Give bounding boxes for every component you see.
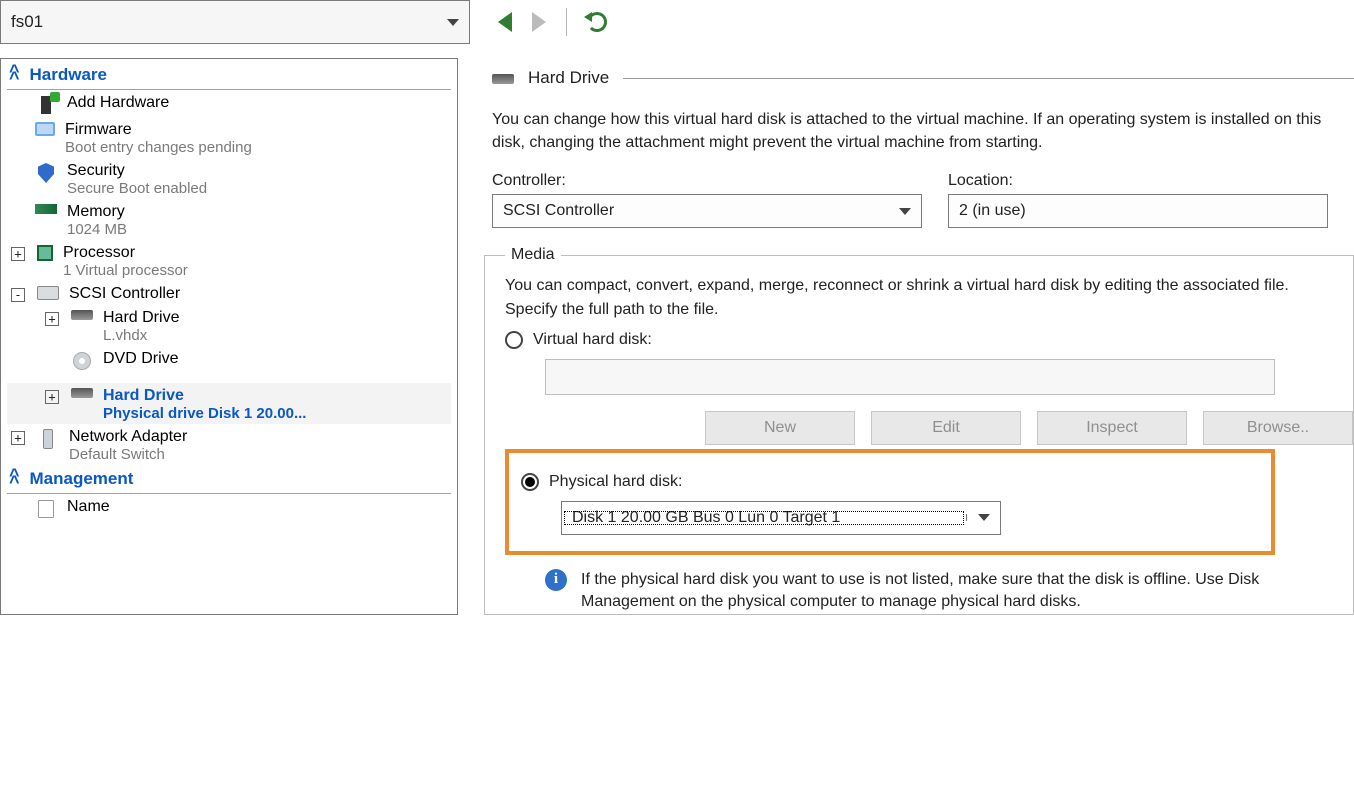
settings-tree: ^^ Hardware Add Hardware Firmware Boot e… bbox=[0, 58, 458, 615]
nav-hard-drive-2[interactable]: + Hard Drive Physical drive Disk 1 20.00… bbox=[7, 383, 451, 424]
add-hardware-icon bbox=[35, 95, 57, 115]
media-fieldset: Media You can compact, convert, expand, … bbox=[484, 246, 1354, 614]
physical-disk-dropdown[interactable]: Disk 1 20.00 GB Bus 0 Lun 0 Target 1 bbox=[561, 501, 1001, 535]
nav-add-hardware[interactable]: Add Hardware bbox=[7, 90, 451, 117]
collapse-icon: ^^ bbox=[9, 472, 20, 486]
controller-icon bbox=[37, 286, 59, 300]
toolbar: fs01 bbox=[0, 0, 1354, 44]
nav-security[interactable]: Security Secure Boot enabled bbox=[7, 158, 451, 199]
forward-icon[interactable] bbox=[532, 12, 546, 32]
panel-title: Hard Drive bbox=[528, 68, 609, 88]
virtual-hard-disk-radio[interactable]: Virtual hard disk: bbox=[505, 331, 1353, 349]
inspect-button[interactable]: Inspect bbox=[1037, 411, 1187, 445]
info-message: If the physical hard disk you want to us… bbox=[581, 569, 1281, 614]
panel-header: Hard Drive bbox=[492, 68, 1354, 88]
memory-icon bbox=[35, 204, 57, 214]
network-adapter-icon bbox=[37, 429, 59, 449]
controller-dropdown[interactable]: SCSI Controller bbox=[492, 194, 922, 228]
location-label: Location: bbox=[948, 172, 1328, 190]
collapse-icon: ^^ bbox=[9, 68, 20, 82]
document-icon bbox=[35, 499, 57, 519]
hardware-section-header[interactable]: ^^ Hardware bbox=[7, 63, 451, 90]
info-icon: i bbox=[545, 569, 567, 591]
hard-drive-icon bbox=[492, 74, 514, 84]
processor-icon bbox=[37, 245, 53, 261]
nav-processor[interactable]: + Processor 1 Virtual processor bbox=[7, 240, 451, 281]
collapse-box-icon[interactable]: - bbox=[11, 288, 25, 302]
nav-memory[interactable]: Memory 1024 MB bbox=[7, 199, 451, 240]
chevron-down-icon bbox=[966, 514, 1000, 521]
management-section-header[interactable]: ^^ Management bbox=[7, 467, 451, 494]
nav-network-adapter[interactable]: + Network Adapter Default Switch bbox=[7, 424, 451, 465]
controller-location-row: Controller: SCSI Controller Location: 2 … bbox=[492, 172, 1354, 228]
shield-icon bbox=[35, 163, 57, 183]
vhd-button-row: New Edit Inspect Browse.. bbox=[705, 411, 1353, 445]
browse-button[interactable]: Browse.. bbox=[1203, 411, 1353, 445]
physical-hard-disk-radio[interactable]: Physical hard disk: bbox=[521, 473, 1259, 491]
nav-hard-drive-1[interactable]: + Hard Drive L.vhdx bbox=[7, 305, 451, 346]
chevron-down-icon bbox=[447, 19, 459, 26]
location-dropdown[interactable]: 2 (in use) bbox=[948, 194, 1328, 228]
nav-dvd-drive[interactable]: DVD Drive bbox=[7, 346, 451, 373]
vm-selector-value: fs01 bbox=[11, 12, 447, 32]
attachment-help-text: You can change how this virtual hard dis… bbox=[492, 108, 1322, 154]
management-section-title: Management bbox=[30, 469, 134, 489]
nav-firmware[interactable]: Firmware Boot entry changes pending bbox=[7, 117, 451, 158]
hard-drive-icon bbox=[71, 310, 93, 320]
vm-selector-dropdown[interactable]: fs01 bbox=[0, 0, 470, 44]
monitor-icon bbox=[35, 122, 55, 136]
expand-icon[interactable]: + bbox=[45, 312, 59, 326]
media-help-text: You can compact, convert, expand, merge,… bbox=[505, 274, 1335, 320]
hard-drive-icon bbox=[71, 388, 93, 398]
dvd-icon bbox=[71, 351, 93, 371]
nav-scsi-controller[interactable]: - SCSI Controller bbox=[7, 281, 451, 305]
controller-label: Controller: bbox=[492, 172, 922, 190]
expand-icon[interactable]: + bbox=[45, 390, 59, 404]
expand-icon[interactable]: + bbox=[11, 247, 25, 261]
radio-icon bbox=[505, 331, 523, 349]
expand-icon[interactable]: + bbox=[11, 431, 25, 445]
detail-pane: Hard Drive You can change how this virtu… bbox=[458, 58, 1354, 615]
physical-disk-info: i If the physical hard disk you want to … bbox=[545, 569, 1353, 614]
toolbar-buttons bbox=[470, 0, 607, 44]
back-icon[interactable] bbox=[498, 12, 512, 32]
edit-button[interactable]: Edit bbox=[871, 411, 1021, 445]
divider bbox=[623, 78, 1354, 79]
refresh-icon[interactable] bbox=[587, 12, 607, 32]
nav-name[interactable]: Name bbox=[7, 494, 451, 521]
physical-disk-highlight: Physical hard disk: Disk 1 20.00 GB Bus … bbox=[505, 449, 1275, 555]
toolbar-separator bbox=[566, 8, 567, 36]
new-button[interactable]: New bbox=[705, 411, 855, 445]
chevron-down-icon bbox=[899, 208, 911, 215]
radio-icon bbox=[521, 473, 539, 491]
hardware-section-title: Hardware bbox=[30, 65, 107, 85]
media-legend: Media bbox=[505, 246, 561, 264]
virtual-hard-disk-path-input[interactable] bbox=[545, 359, 1275, 395]
